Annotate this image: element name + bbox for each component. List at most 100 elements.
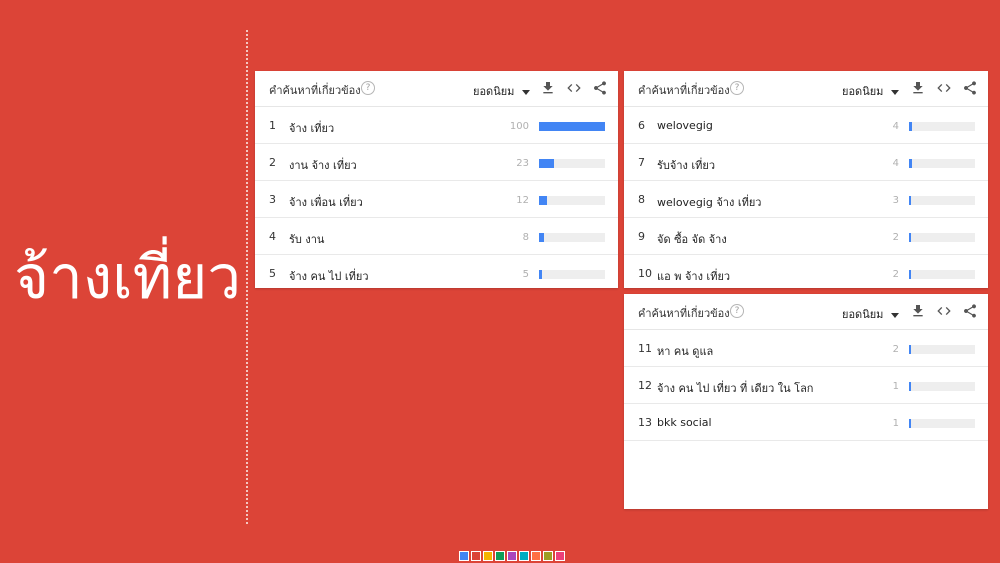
share-icon[interactable] <box>962 80 978 96</box>
bar-track <box>909 122 975 131</box>
row-term[interactable]: welovegig จ้าง เที่ยว <box>657 193 761 211</box>
bar-track <box>909 345 975 354</box>
row-term[interactable]: จัด ซื้อ จัด จ้าง <box>657 230 727 248</box>
bar-track <box>539 196 605 205</box>
row-term[interactable]: จ้าง คน ไป เที่ยว ที่ เดียว ใน โลก <box>657 379 813 397</box>
code-embed-icon[interactable] <box>936 80 952 96</box>
row-term[interactable]: หา คน ดูแล <box>657 342 713 360</box>
table-row[interactable]: 4 รับ งาน 8 <box>255 218 618 255</box>
row-term[interactable]: งาน จ้าง เที่ยว <box>289 156 357 174</box>
sort-dropdown[interactable]: ยอดนิยม <box>842 305 900 323</box>
query-list: 1 จ้าง เที่ยว 100 2 งาน จ้าง เที่ยว 23 3… <box>255 107 618 291</box>
chevron-down-icon <box>891 89 900 95</box>
row-term[interactable]: จ้าง เที่ยว <box>289 119 334 137</box>
bar-fill <box>909 122 912 131</box>
code-embed-icon[interactable] <box>936 303 952 319</box>
related-queries-card-2: คำค้นหาที่เกี่ยวข้อง ? ยอดนิยม 6 weloveg… <box>624 71 988 288</box>
bar-track <box>909 382 975 391</box>
row-term[interactable]: จ้าง คน ไป เที่ยว <box>289 267 369 285</box>
row-value: 8 <box>522 232 529 243</box>
table-row[interactable]: 2 งาน จ้าง เที่ยว 23 <box>255 144 618 181</box>
palette-swatch <box>519 551 529 561</box>
table-row[interactable]: 11 หา คน ดูแล 2 <box>624 330 988 367</box>
download-icon[interactable] <box>540 80 556 96</box>
table-row[interactable]: 7 รับจ้าง เที่ยว 4 <box>624 144 988 181</box>
row-value: 100 <box>509 121 529 132</box>
chevron-down-icon <box>891 312 900 318</box>
bar-track <box>539 159 605 168</box>
bar-track <box>539 233 605 242</box>
row-rank: 5 <box>269 267 276 280</box>
table-row[interactable]: 6 welovegig 4 <box>624 107 988 144</box>
share-icon[interactable] <box>592 80 608 96</box>
query-list: 6 welovegig 4 7 รับจ้าง เที่ยว 4 8 welov… <box>624 107 988 291</box>
bar-track <box>909 196 975 205</box>
row-term[interactable]: แอ พ จ้าง เที่ยว <box>657 267 730 285</box>
sort-dropdown[interactable]: ยอดนิยม <box>473 82 531 100</box>
card-header: คำค้นหาที่เกี่ยวข้อง ? ยอดนิยม <box>624 294 988 330</box>
palette-swatch <box>495 551 505 561</box>
share-icon[interactable] <box>962 303 978 319</box>
table-row[interactable]: 1 จ้าง เที่ยว 100 <box>255 107 618 144</box>
bar-fill <box>539 122 605 131</box>
bar-track <box>909 270 975 279</box>
palette-swatch <box>507 551 517 561</box>
help-circle-icon[interactable]: ? <box>730 81 744 95</box>
code-embed-icon[interactable] <box>566 80 582 96</box>
row-rank: 2 <box>269 156 276 169</box>
row-value: 4 <box>892 158 899 169</box>
help-circle-icon[interactable]: ? <box>361 81 375 95</box>
table-row[interactable]: 10 แอ พ จ้าง เที่ยว 2 <box>624 255 988 291</box>
row-term[interactable]: รับ งาน <box>289 230 324 248</box>
bar-track <box>539 270 605 279</box>
bar-track <box>909 419 975 428</box>
bar-fill <box>539 270 542 279</box>
row-term[interactable]: welovegig <box>657 119 713 132</box>
row-value: 2 <box>892 269 899 280</box>
row-value: 12 <box>516 195 529 206</box>
bar-fill <box>909 233 911 242</box>
related-queries-card-1: คำค้นหาที่เกี่ยวข้อง ? ยอดนิยม 1 จ้าง เท… <box>255 71 618 288</box>
related-queries-card-3: คำค้นหาที่เกี่ยวข้อง ? ยอดนิยม 11 หา คน … <box>624 294 988 509</box>
palette-swatch <box>543 551 553 561</box>
help-circle-icon[interactable]: ? <box>730 304 744 318</box>
palette-swatch <box>459 551 469 561</box>
sort-dropdown[interactable]: ยอดนิยม <box>842 82 900 100</box>
table-row[interactable]: 9 จัด ซื้อ จัด จ้าง 2 <box>624 218 988 255</box>
card-title: คำค้นหาที่เกี่ยวข้อง <box>638 307 730 320</box>
palette-swatch <box>555 551 565 561</box>
row-value: 5 <box>522 269 529 280</box>
row-value: 1 <box>892 381 899 392</box>
bar-track <box>909 159 975 168</box>
table-row[interactable]: 12 จ้าง คน ไป เที่ยว ที่ เดียว ใน โลก 1 <box>624 367 988 404</box>
table-row[interactable]: 3 จ้าง เพื่อน เที่ยว 12 <box>255 181 618 218</box>
row-term[interactable]: bkk social <box>657 416 712 429</box>
bar-fill <box>909 419 911 428</box>
row-term[interactable]: รับจ้าง เที่ยว <box>657 156 715 174</box>
palette-swatch <box>471 551 481 561</box>
table-row[interactable]: 5 จ้าง คน ไป เที่ยว 5 <box>255 255 618 291</box>
bar-fill <box>909 345 911 354</box>
row-rank: 10 <box>638 267 652 280</box>
row-rank: 7 <box>638 156 645 169</box>
row-rank: 13 <box>638 416 652 429</box>
download-icon[interactable] <box>910 80 926 96</box>
slide-title: จ้างเที่ยว <box>14 243 242 313</box>
table-row[interactable]: 8 welovegig จ้าง เที่ยว 3 <box>624 181 988 218</box>
card-title: คำค้นหาที่เกี่ยวข้อง <box>269 84 361 97</box>
row-rank: 12 <box>638 379 652 392</box>
sort-label: ยอดนิยม <box>842 308 884 321</box>
row-rank: 1 <box>269 119 276 132</box>
row-rank: 9 <box>638 230 645 243</box>
bar-track <box>539 122 605 131</box>
table-row[interactable]: 13 bkk social 1 <box>624 404 988 441</box>
bar-fill <box>539 196 547 205</box>
row-rank: 8 <box>638 193 645 206</box>
bar-fill <box>909 270 911 279</box>
bar-fill <box>909 382 911 391</box>
row-value: 2 <box>892 232 899 243</box>
chevron-down-icon <box>522 89 531 95</box>
download-icon[interactable] <box>910 303 926 319</box>
dotted-divider <box>246 30 248 524</box>
row-term[interactable]: จ้าง เพื่อน เที่ยว <box>289 193 363 211</box>
